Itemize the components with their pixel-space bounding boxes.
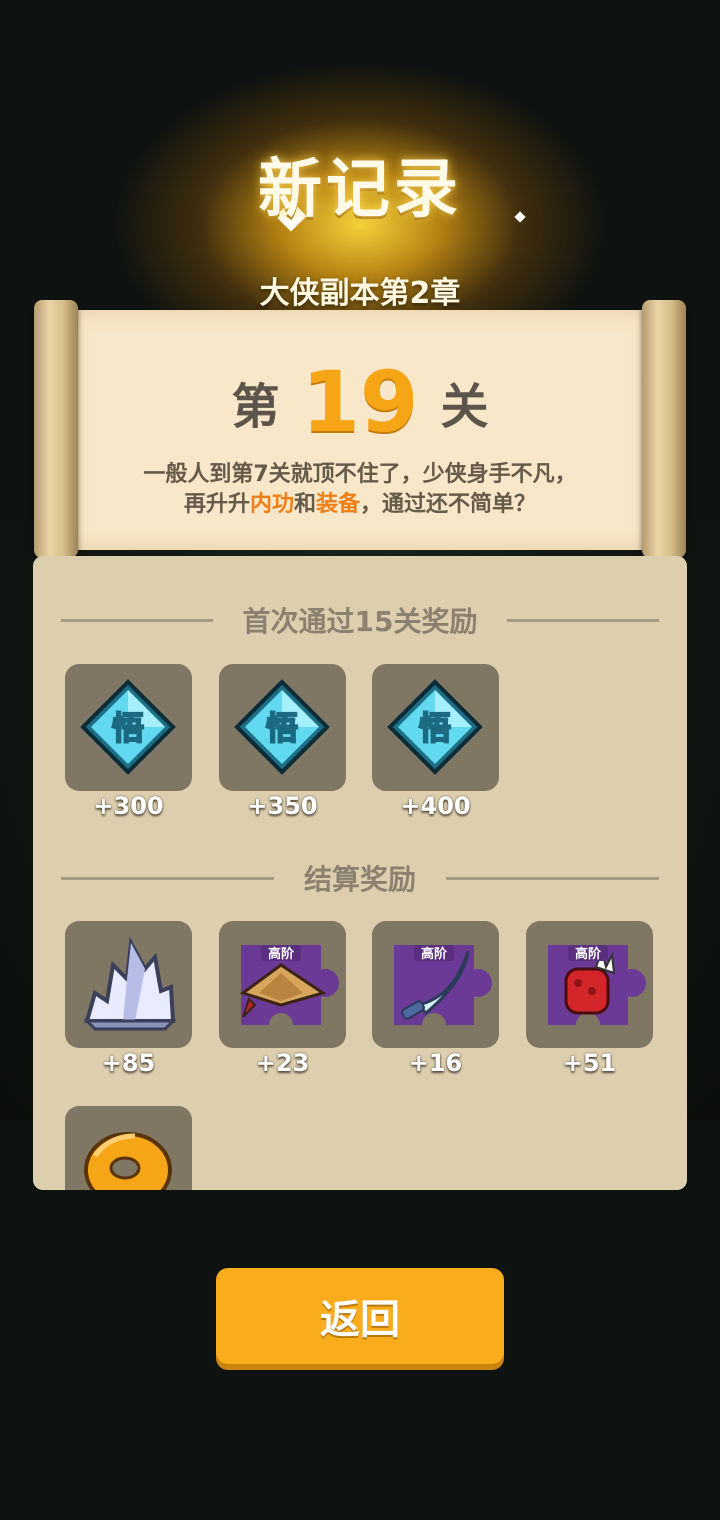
settlement-title: 结算奖励 (304, 863, 417, 896)
saber-shard-icon: 高阶 (394, 945, 492, 1037)
divider (507, 618, 659, 622)
reward-slot[interactable]: 高阶 (526, 921, 653, 1048)
new-record-title: 新记录 (258, 153, 462, 227)
straw-hat-shard-icon: 高阶 (239, 945, 339, 1037)
reward-amount: +400 (400, 792, 471, 820)
reward-slot[interactable]: 悟 (219, 664, 346, 791)
reward-amount: +51 (562, 1049, 617, 1077)
gold-ring-icon (84, 1132, 172, 1190)
description-line-2: 再升升内功和装备，通过还不简单？ (183, 492, 537, 517)
insight-gem-icon: 悟 (387, 679, 483, 775)
insight-gem-icon: 悟 (80, 679, 176, 775)
return-button[interactable]: 返回 (216, 1268, 504, 1364)
reward-amount: +350 (247, 792, 318, 820)
first-clear-header: 首次通过15关奖励 (61, 600, 659, 640)
chapter-subtitle: 大侠副本第2章 (259, 276, 461, 311)
first-clear-title: 首次通过15关奖励 (242, 605, 478, 638)
reward-amount: +85 (101, 1049, 156, 1077)
description-line-1: 一般人到第7关就顶不住了，少侠身手不凡， (143, 462, 577, 487)
insight-glyph: 悟 (266, 709, 298, 747)
reward-amount: +300 (93, 792, 164, 820)
red-gauntlet-shard-icon: 高阶 (548, 945, 646, 1037)
level-number: 19 (301, 353, 419, 451)
reward-slot[interactable]: 高阶 (372, 921, 499, 1048)
high-tier-tag: 高阶 (421, 946, 448, 962)
equipment-highlight: 装备 (316, 492, 361, 517)
divider (61, 618, 213, 622)
level-number-row: 第 19 关 (70, 352, 650, 452)
insight-glyph: 悟 (419, 709, 451, 747)
reward-slot[interactable] (65, 1106, 192, 1190)
rewards-panel: 首次通过15关奖励 悟 +300 悟 +350 悟 +400 结算奖励 +85 … (33, 556, 687, 1190)
level-suffix: 关 (440, 379, 489, 435)
settlement-header: 结算奖励 (61, 858, 660, 898)
crystal-ore-icon (83, 936, 177, 1031)
level-description: 一般人到第7关就顶不住了，少侠身手不凡， 再升升内功和装备，通过还不简单？ (70, 460, 650, 520)
reward-amount: +23 (255, 1049, 310, 1077)
insight-glyph: 悟 (112, 709, 144, 747)
divider (446, 876, 660, 880)
high-tier-tag: 高阶 (268, 946, 295, 962)
high-tier-tag: 高阶 (575, 946, 602, 962)
level-prefix: 第 (231, 379, 280, 435)
reward-slot[interactable]: 悟 (65, 664, 192, 791)
internal-skill-highlight: 内功 (249, 492, 294, 517)
reward-slot[interactable]: 高阶 (219, 921, 346, 1048)
insight-gem-icon: 悟 (234, 679, 330, 775)
divider (61, 876, 274, 880)
reward-amount: +16 (408, 1049, 463, 1077)
reward-slot[interactable]: 悟 (372, 664, 499, 791)
reward-slot[interactable] (65, 921, 192, 1048)
